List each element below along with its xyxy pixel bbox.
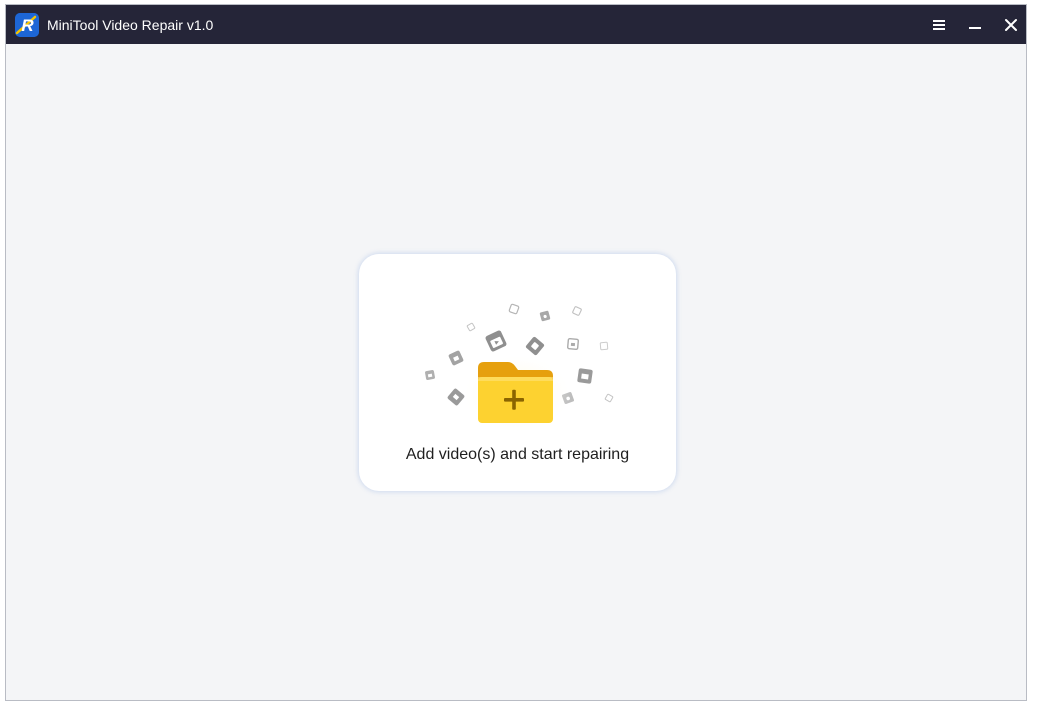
folder-icon: [478, 362, 553, 423]
app-logo-icon: R: [15, 13, 39, 37]
app-window: R MiniTool Video Repair v1.0 Add video(s…: [5, 4, 1027, 701]
close-button[interactable]: [998, 12, 1024, 38]
menu-button[interactable]: [926, 12, 952, 38]
hamburger-menu-icon: [933, 20, 945, 30]
minimize-button[interactable]: [962, 12, 988, 38]
add-video-label: Add video(s) and start repairing: [405, 446, 630, 463]
window-title: MiniTool Video Repair v1.0: [47, 17, 214, 33]
app-logo-letter: R: [21, 16, 34, 35]
close-icon: [1005, 19, 1017, 31]
folder-plus-icon: [425, 303, 614, 434]
minimize-icon: [969, 27, 981, 29]
title-bar[interactable]: R MiniTool Video Repair v1.0: [6, 5, 1026, 44]
add-video-dropzone[interactable]: Add video(s) and start repairing: [359, 254, 676, 491]
